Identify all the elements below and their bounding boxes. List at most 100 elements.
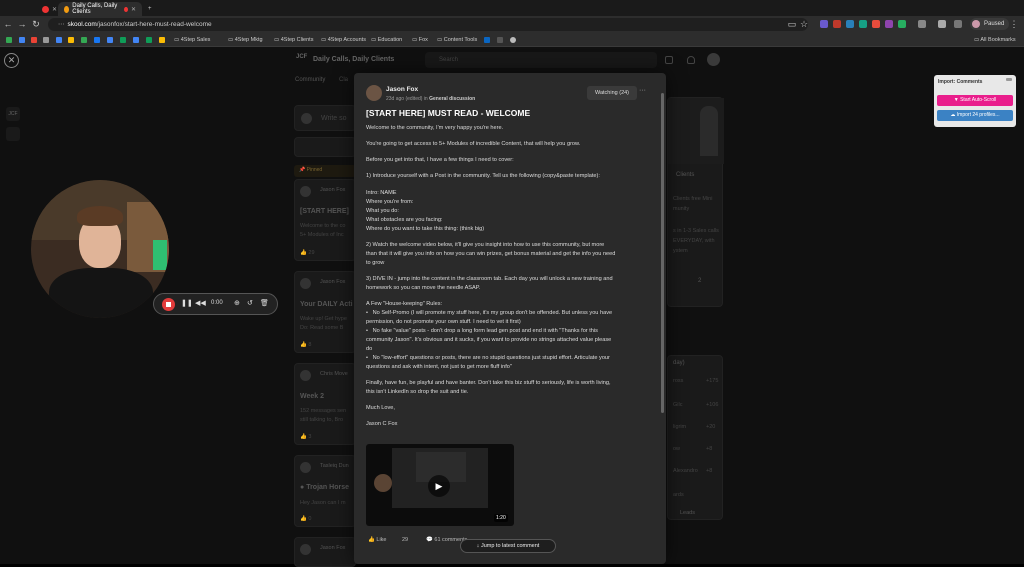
post-author[interactable]: Jason Fox: [386, 86, 418, 93]
url-input[interactable]: ⋯ skool.com/jasonfox/start-here-must-read…: [48, 18, 808, 31]
feed-post[interactable]: Tasleiq Dun ● Trojan Horse Hey Jason can…: [294, 455, 356, 527]
post-category[interactable]: General discussion: [429, 96, 475, 102]
modal-scrollbar[interactable]: [661, 93, 664, 413]
sidepanel-icon[interactable]: [954, 20, 962, 28]
new-tab-button[interactable]: +: [142, 2, 158, 16]
download-icon[interactable]: [938, 20, 946, 28]
sidebar-text: Clients free Mini: [673, 196, 713, 202]
extension-icon[interactable]: [885, 20, 893, 28]
tab-close-icon[interactable]: ✕: [131, 6, 136, 13]
bookmark-folder[interactable]: ▭ Fox: [412, 35, 428, 45]
bookmark-folder[interactable]: ▭ 4Step Accounts: [321, 35, 366, 45]
camera-icon[interactable]: ▭: [786, 19, 798, 30]
bookmark-favicon-icon[interactable]: [81, 37, 87, 43]
leaderboard-footer: ards: [673, 492, 684, 498]
extension-icon[interactable]: [820, 20, 828, 28]
rewind-icon[interactable]: ◀◀: [195, 299, 206, 307]
bookmark-label: All Bookmarks: [980, 37, 1016, 43]
like-count[interactable]: 👍 3: [300, 434, 311, 440]
extension-icon[interactable]: [859, 20, 867, 28]
reload-icon[interactable]: ↻: [30, 19, 42, 30]
bookmark-favicon-icon[interactable]: [94, 37, 100, 43]
avatar: [300, 462, 311, 473]
leaderboard-card: day) ross +175 Gilc +106 ligrim +20 ow +…: [667, 355, 723, 520]
tab-close-icon[interactable]: ✕: [52, 6, 57, 13]
bookmark-favicon-icon[interactable]: [146, 37, 152, 43]
like-count[interactable]: 👍 29: [300, 250, 315, 256]
bookmark-favicon-icon[interactable]: [107, 37, 113, 43]
all-bookmarks-folder[interactable]: ▭ All Bookmarks: [974, 35, 1016, 45]
welcome-video[interactable]: ▶ 1:20: [366, 444, 514, 526]
extension-icon[interactable]: [833, 20, 841, 28]
bookmark-favicon-icon[interactable]: [497, 37, 503, 43]
bookmark-favicon-icon[interactable]: [6, 37, 12, 43]
leaderboard-link[interactable]: Leads: [680, 510, 695, 516]
community-logo[interactable]: JCF: [296, 54, 307, 64]
back-icon[interactable]: ←: [2, 19, 14, 30]
nav-community-tab[interactable]: Community: [295, 77, 325, 83]
jump-to-latest-comment-button[interactable]: ↓ Jump to latest comment: [460, 539, 556, 553]
webcam-bubble[interactable]: [31, 180, 169, 318]
import-comments-panel: Import: Comments ▼ Start Auto-Scroll ☁ I…: [934, 75, 1016, 127]
bookmark-favicon-icon[interactable]: [133, 37, 139, 43]
drag-handle-icon[interactable]: ⊕: [234, 299, 240, 307]
stop-recording-button[interactable]: [162, 298, 175, 311]
like-count[interactable]: 👍 0: [300, 516, 311, 522]
bookmark-favicon-icon[interactable]: [31, 37, 37, 43]
bookmark-favicon-icon[interactable]: [19, 37, 25, 43]
watching-button[interactable]: Watching (24): [587, 86, 637, 100]
sidebar-title: Clients: [676, 172, 695, 178]
feed-post[interactable]: Jason Fox: [294, 537, 356, 567]
like-count[interactable]: 👍 8: [300, 342, 311, 348]
bookmark-favicon-icon[interactable]: [484, 37, 490, 43]
bookmark-folder[interactable]: ▭ 4Step Clients: [274, 35, 313, 45]
search-input[interactable]: Search: [425, 52, 657, 68]
like-button[interactable]: 👍 Like: [368, 537, 386, 543]
bookmark-folder[interactable]: ▭ 4Step Sales: [174, 35, 210, 45]
bookmark-star-icon[interactable]: ☆: [798, 19, 810, 30]
pause-icon[interactable]: ❚❚: [181, 299, 193, 307]
community-switcher-icon[interactable]: JCF: [6, 107, 20, 121]
start-auto-scroll-button[interactable]: ▼ Start Auto-Scroll: [937, 95, 1013, 106]
more-options-icon[interactable]: ···: [639, 87, 646, 94]
bookmark-favicon-icon[interactable]: [68, 37, 74, 43]
bookmark-favicon-icon[interactable]: [510, 37, 516, 43]
bookmark-folder[interactable]: ▭ Education: [371, 35, 402, 45]
extension-icon[interactable]: [898, 20, 906, 28]
close-overlay-icon[interactable]: ✕: [4, 53, 19, 68]
restart-icon[interactable]: ↺: [247, 299, 253, 307]
community-switcher-icon[interactable]: [6, 127, 20, 141]
write-post-box[interactable]: Write so: [294, 105, 356, 131]
import-profiles-button[interactable]: ☁ Import 24 profiles...: [937, 110, 1013, 121]
notification-bell-icon[interactable]: [687, 56, 695, 64]
bookmark-folder[interactable]: ▭ 4Step Mktg: [228, 35, 263, 45]
feed-post[interactable]: Jason Fox [START HERE] Welcome to the co…: [294, 179, 356, 261]
feed-post[interactable]: Jason Fox Your DAILY Acti Wake up! Get h…: [294, 271, 356, 353]
author-avatar[interactable]: [366, 85, 382, 101]
delete-icon[interactable]: 🗑: [260, 299, 269, 307]
post-paragraph: Where you're from:: [366, 199, 414, 205]
bookmark-favicon-icon[interactable]: [43, 37, 49, 43]
like-count[interactable]: 29: [402, 537, 408, 543]
menu-kebab-icon[interactable]: ⋮: [1008, 19, 1020, 30]
site-info-icon[interactable]: ⋯: [58, 21, 65, 28]
profile-button[interactable]: Paused: [970, 18, 1010, 30]
community-name[interactable]: Daily Calls, Daily Clients: [313, 56, 394, 63]
browser-tab-active[interactable]: Daily Calls, Daily Clients ✕: [58, 2, 142, 16]
extension-icon[interactable]: [872, 20, 880, 28]
extension-icon[interactable]: [846, 20, 854, 28]
forward-icon[interactable]: →: [16, 19, 28, 30]
bookmark-favicon-icon[interactable]: [120, 37, 126, 43]
chat-icon[interactable]: [665, 56, 673, 64]
minimize-icon[interactable]: [1006, 78, 1012, 81]
bookmark-favicon-icon[interactable]: [56, 37, 62, 43]
bookmark-favicon-icon[interactable]: [159, 37, 165, 43]
play-icon[interactable]: ▶: [428, 475, 450, 497]
feed-post[interactable]: Chris Move Week 2 152 messages sen still…: [294, 363, 356, 445]
jump-label: Jump to latest comment: [480, 543, 540, 549]
user-avatar[interactable]: [707, 53, 720, 66]
category-filter-bar[interactable]: [294, 137, 356, 157]
bookmark-folder[interactable]: ▭ Content Tools: [437, 35, 477, 45]
puzzle-icon[interactable]: [918, 20, 926, 28]
nav-classroom-tab[interactable]: Cla: [339, 77, 348, 83]
